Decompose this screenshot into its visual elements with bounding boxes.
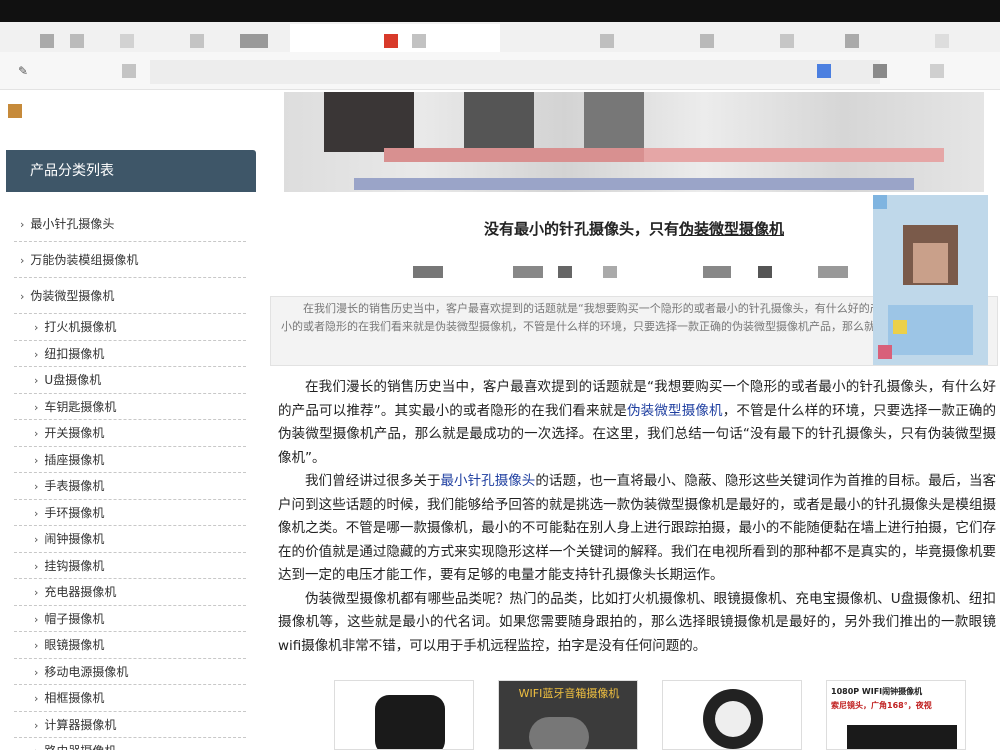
sidebar-item[interactable]: › 伪装微型摄像机 — [14, 278, 246, 314]
tab-favicon — [384, 34, 398, 48]
toolbar-icon[interactable] — [873, 64, 887, 78]
sidebar-item-label: 挂钩摄像机 — [44, 558, 105, 573]
sidebar-item[interactable]: › 打火机摄像机 — [14, 314, 246, 341]
sidebar-item[interactable]: › U盘摄像机 — [14, 367, 246, 394]
chevron-right-icon: › — [34, 427, 39, 440]
chevron-right-icon: › — [34, 321, 39, 334]
sidebar-item-label: 手表摄像机 — [44, 479, 105, 493]
paragraph: 在我们漫长的销售历史当中，客户最喜欢提到的话题就是“我想要购买一个隐形的或者最小… — [278, 379, 997, 466]
product-image-round-camera[interactable] — [662, 680, 802, 750]
paragraph: 伪装微型摄像机都有哪些品类呢？热门的品类，比如打火机摄像机、眼镜摄像机、充电宝摄… — [278, 590, 996, 654]
sidebar-item[interactable]: › 相框摄像机 — [14, 685, 246, 712]
sidebar-item-label: U盘摄像机 — [44, 373, 102, 387]
sidebar-item[interactable]: › 纽扣摄像机 — [14, 341, 246, 367]
sidebar-item[interactable]: › 移动电源摄像机 — [14, 659, 246, 685]
chevron-right-icon: › — [34, 347, 39, 361]
sidebar-item-label: 最小针孔摄像头 — [30, 217, 115, 231]
sidebar-item-label: 车钥匙摄像机 — [44, 399, 117, 414]
chevron-right-icon: › — [20, 290, 25, 303]
edit-icon[interactable]: ✎ — [18, 64, 28, 78]
sidebar-item[interactable]: › 手表摄像机 — [14, 473, 246, 500]
sidebar-item[interactable]: › 挂钩摄像机 — [14, 553, 246, 579]
sidebar-item[interactable]: › 闹钟摄像机 — [14, 526, 246, 553]
address-bar[interactable]: ✎ — [0, 52, 1000, 90]
sidebar-item-label: 眼镜摄像机 — [44, 638, 105, 652]
chevron-right-icon: › — [34, 692, 39, 705]
chevron-right-icon: › — [34, 718, 39, 732]
sidebar-item-label: 计算器摄像机 — [44, 717, 117, 732]
sidebar-item-label: 万能伪装模组摄像机 — [30, 253, 139, 267]
sidebar-item-label: 闹钟摄像机 — [44, 532, 105, 546]
chevron-right-icon: › — [34, 559, 39, 573]
paragraph: 我们曾经讲过很多关于最小针孔摄像头的话题，也一直将最小、隐蔽、隐形这些关键词作为… — [278, 473, 997, 583]
sidebar-item-label: 纽扣摄像机 — [44, 346, 105, 361]
chevron-right-icon: › — [34, 639, 39, 652]
sidebar-item[interactable]: › 帽子摄像机 — [14, 606, 246, 632]
chevron-right-icon: › — [34, 612, 39, 626]
sidebar-item-label: 帽子摄像机 — [44, 611, 105, 626]
product-image-clock-camera[interactable]: 1080P WIFI闹钟摄像机 索尼镜头，广角168°，夜视 — [826, 680, 966, 750]
sidebar-item-label: 插座摄像机 — [44, 452, 105, 467]
menu-icon[interactable] — [930, 64, 944, 78]
sidebar-item-label: 移动电源摄像机 — [44, 664, 129, 679]
sidebar-item-label: 伪装微型摄像机 — [30, 289, 115, 303]
sidebar-item-label: 开关摄像机 — [44, 426, 105, 440]
title-link[interactable]: 伪装微型摄像机 — [679, 220, 784, 238]
chevron-right-icon: › — [34, 480, 39, 493]
category-list: › 最小针孔摄像头 › 万能伪装模组摄像机 › 伪装微型摄像机 › 打火机摄像机 › 纽扣摄像机 ›… — [6, 206, 256, 750]
extension-icon[interactable] — [817, 64, 831, 78]
sidebar-item[interactable]: › 手环摄像机 — [14, 500, 246, 526]
url-field[interactable] — [150, 60, 880, 84]
main-content: 没有最小的针孔摄像头，只有伪装微型摄像机 在我们漫长的销售历史当中，客户最喜欢提… — [268, 92, 1000, 750]
sidebar-item[interactable]: › 插座摄像机 — [14, 447, 246, 473]
sidebar-item[interactable]: › 路由器摄像机 — [14, 738, 246, 750]
sidebar-item[interactable]: › 最小针孔摄像头 — [14, 206, 246, 242]
chevron-right-icon: › — [34, 506, 39, 520]
chevron-right-icon: › — [34, 586, 39, 599]
sidebar-item-label: 相框摄像机 — [44, 691, 105, 705]
sidebar-title: 产品分类列表 — [6, 150, 256, 192]
chevron-right-icon: › — [34, 533, 39, 546]
sidebar-item[interactable]: › 万能伪装模组摄像机 — [14, 242, 246, 278]
body-link[interactable]: 伪装微型摄像机 — [627, 403, 723, 419]
chevron-right-icon: › — [34, 745, 38, 750]
sidebar-item[interactable]: › 车钥匙摄像机 — [14, 394, 246, 420]
blurred-avatar-image — [873, 195, 988, 365]
sidebar-item[interactable]: › 眼镜摄像机 — [14, 632, 246, 659]
chevron-right-icon: › — [34, 374, 39, 387]
sidebar-item[interactable]: › 充电器摄像机 — [14, 579, 246, 606]
product-image-wifi-camera[interactable]: WIFI蓝牙音箱摄像机 — [498, 680, 638, 750]
chevron-right-icon: › — [20, 254, 25, 267]
product-image-car-key[interactable] — [334, 680, 474, 750]
chevron-right-icon: › — [34, 400, 39, 414]
chevron-right-icon: › — [34, 665, 39, 679]
body-link[interactable]: 最小针孔摄像头 — [441, 473, 536, 489]
browser-tab-bar — [0, 0, 1000, 52]
sidebar-item-label: 手环摄像机 — [44, 505, 105, 520]
sidebar-item-label: 打火机摄像机 — [44, 320, 117, 334]
category-sidebar: 产品分类列表 › 最小针孔摄像头 › 万能伪装模组摄像机 › 伪装微型摄像机 › 打火机摄像机… — [6, 150, 256, 750]
banner-image[interactable] — [284, 92, 984, 192]
sidebar-item[interactable]: › 计算器摄像机 — [14, 712, 246, 738]
chevron-right-icon: › — [34, 453, 39, 467]
sidebar-item-label: 充电器摄像机 — [44, 585, 117, 599]
product-images: WIFI蓝牙音箱摄像机 1080P WIFI闹钟摄像机 索尼镜头，广角168°，… — [334, 680, 974, 750]
sidebar-item-label: 路由器摄像机 — [44, 744, 116, 750]
sidebar-item[interactable]: › 开关摄像机 — [14, 420, 246, 447]
bookmark-icon[interactable] — [8, 104, 22, 118]
chevron-right-icon: › — [20, 218, 25, 231]
article-body: 在我们漫长的销售历史当中，客户最喜欢提到的话题就是“我想要购买一个隐形的或者最小… — [278, 376, 996, 658]
